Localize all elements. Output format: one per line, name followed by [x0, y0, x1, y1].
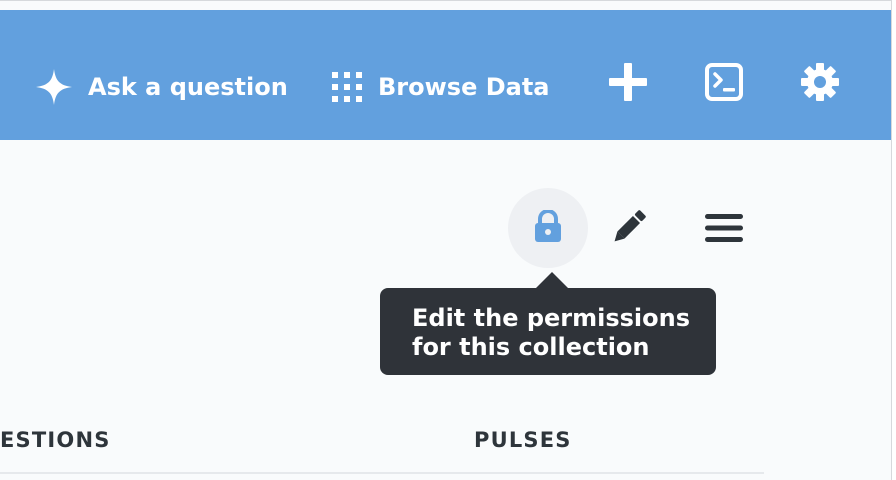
browse-data-button[interactable]: Browse Data — [332, 67, 550, 107]
tooltip-line-1: Edit the permissions — [412, 304, 691, 332]
collection-menu-button[interactable] — [700, 206, 748, 254]
edit-collection-button[interactable] — [604, 206, 652, 254]
lock-icon — [533, 209, 563, 246]
table-divider — [0, 472, 764, 474]
plus-icon — [609, 63, 647, 105]
browse-data-label: Browse Data — [378, 73, 550, 101]
settings-button[interactable] — [798, 62, 842, 106]
tooltip-arrow — [536, 272, 568, 288]
permissions-button[interactable] — [508, 188, 588, 268]
ask-question-label: Ask a question — [88, 73, 288, 101]
hamburger-menu-icon — [705, 214, 743, 246]
ask-question-button[interactable]: Ask a question — [36, 67, 288, 107]
pencil-icon — [609, 209, 647, 251]
terminal-icon — [705, 63, 743, 105]
gear-icon — [800, 62, 840, 106]
window-edge — [891, 0, 896, 480]
column-header-questions[interactable]: ESTIONS — [0, 428, 111, 452]
grid-icon — [332, 72, 362, 102]
top-navbar: Ask a question Browse Data — [0, 10, 891, 140]
sparkle-icon — [36, 69, 72, 105]
sql-query-button[interactable] — [702, 62, 746, 106]
tooltip-line-2: for this collection — [412, 333, 650, 361]
permissions-tooltip: Edit the permissions for this collection — [380, 288, 716, 375]
new-item-button[interactable] — [606, 62, 650, 106]
column-header-pulses[interactable]: PULSES — [474, 428, 572, 452]
